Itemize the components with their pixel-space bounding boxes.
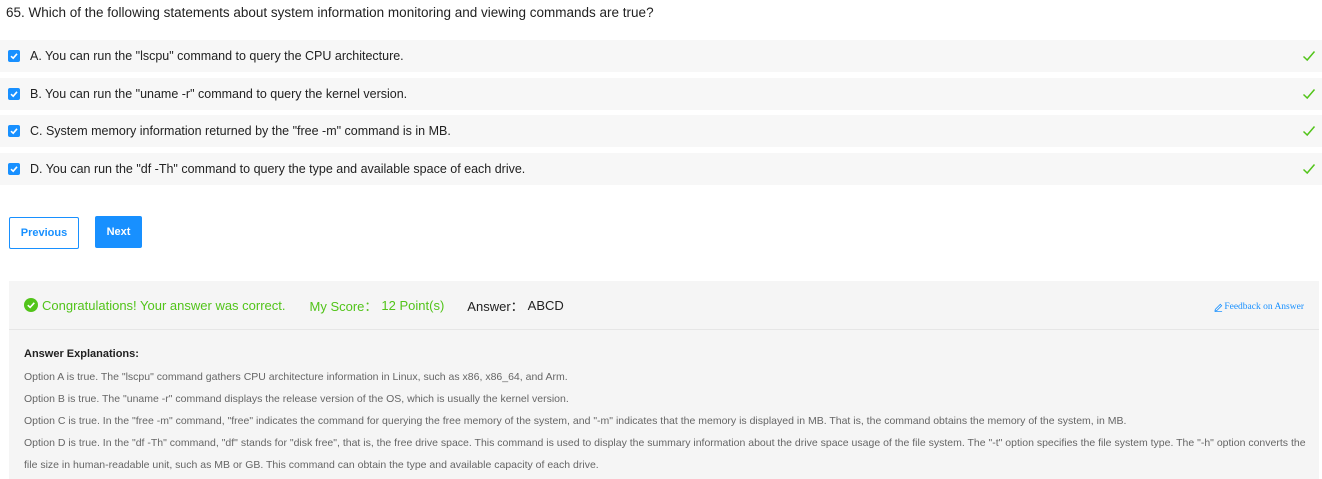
explanation-body: Option A is true. The "lscpu" command ga…: [24, 366, 1309, 476]
checkbox-checked-icon[interactable]: [8, 87, 20, 100]
correct-check-icon: [1302, 163, 1316, 174]
correct-check-icon: [1302, 51, 1316, 62]
question-title: 65. Which of the following statements ab…: [6, 5, 654, 20]
explanation-line: Option C is true. In the "free -m" comma…: [24, 415, 1127, 427]
feedback-link[interactable]: Feedback on Answer: [1214, 302, 1304, 312]
options-list: A. You can run the "lscpu" command to qu…: [0, 40, 1322, 190]
answer-value: ABCD: [527, 297, 564, 313]
score-value: 12 Point(s): [381, 297, 445, 313]
explanation-title: Answer Explanations:: [24, 348, 139, 360]
option-d[interactable]: D. You can run the "df -Th" command to q…: [0, 152, 1322, 185]
option-label: A. You can run the "lscpu" command to qu…: [30, 49, 404, 63]
option-label: D. You can run the "df -Th" command to q…: [30, 161, 526, 176]
congrats-message: Congratulations! Your answer was correct…: [42, 297, 286, 313]
explanation-line: Option A is true. The "lscpu" command ga…: [24, 371, 568, 383]
checkbox-checked-icon[interactable]: [8, 125, 20, 137]
next-button[interactable]: Next: [95, 216, 142, 248]
score-label: My Score：: [309, 298, 378, 314]
checkbox-checked-icon[interactable]: [8, 50, 20, 62]
success-circle-icon: [24, 298, 38, 312]
option-label: B. You can run the "uname -r" command to…: [30, 86, 408, 101]
correct-check-icon: [1302, 126, 1316, 137]
answer-label: Answer：: [467, 298, 524, 314]
checkbox-checked-icon[interactable]: [8, 162, 20, 175]
explanation-line: Option D is true. In the "df -Th" comman…: [24, 437, 1306, 471]
option-a[interactable]: A. You can run the "lscpu" command to qu…: [0, 40, 1322, 72]
option-b[interactable]: B. You can run the "uname -r" command to…: [0, 77, 1322, 110]
result-header: Congratulations! Your answer was correct…: [9, 281, 1319, 330]
previous-button[interactable]: Previous: [9, 217, 79, 249]
explanation-line: Option B is true. The "uname -r" command…: [24, 393, 569, 405]
option-c[interactable]: C. System memory information returned by…: [0, 115, 1322, 147]
correct-check-icon: [1302, 88, 1316, 99]
option-label: C. System memory information returned by…: [30, 124, 451, 138]
feedback-label: Feedback on Answer: [1224, 302, 1304, 312]
result-panel: Congratulations! Your answer was correct…: [9, 281, 1319, 479]
edit-icon: [1214, 303, 1223, 312]
